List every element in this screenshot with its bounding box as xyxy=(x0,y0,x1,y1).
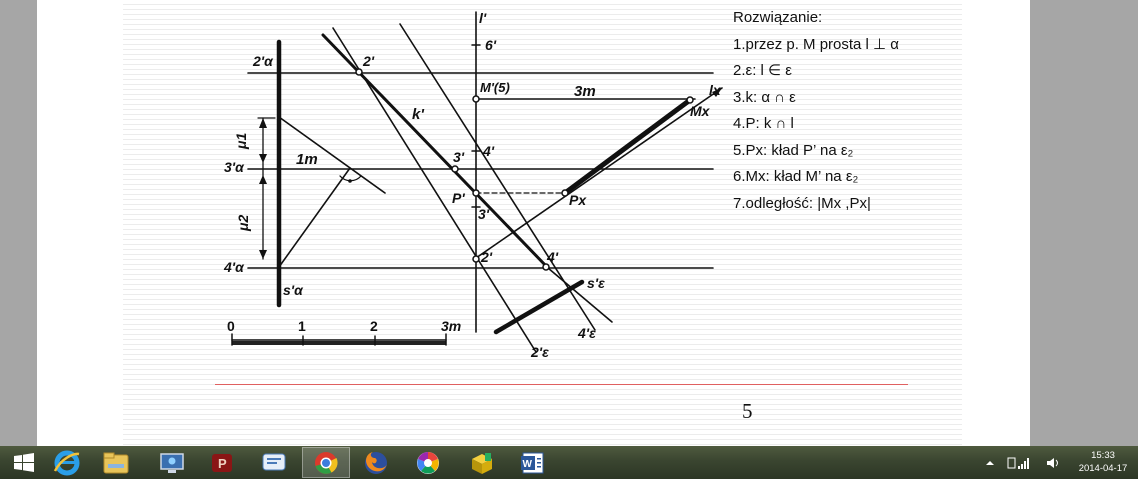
ie-icon xyxy=(53,450,80,475)
point-2-prime-low xyxy=(472,255,480,263)
tray-network[interactable] xyxy=(1007,446,1033,479)
label-2-prime-top: 2' xyxy=(362,53,375,69)
word-icon: W xyxy=(521,452,544,473)
chrome-icon xyxy=(315,451,338,474)
tray-volume[interactable] xyxy=(1046,446,1060,479)
taskbar-chrome[interactable] xyxy=(302,447,350,478)
taskbar-explorer[interactable] xyxy=(92,447,140,478)
svg-text:P: P xyxy=(218,456,227,471)
solution-step: 4.P: k ∩ l xyxy=(733,115,794,132)
solution-heading: Rozwiązanie: xyxy=(733,9,823,26)
taskbar-word[interactable]: W xyxy=(508,447,556,478)
label-m-prime: M'(5) xyxy=(480,80,510,95)
solution-text: Rozwiązanie: 1.przez p. M prosta l ⊥ α 2… xyxy=(733,5,899,217)
label-2-alpha: 2'α xyxy=(252,53,274,69)
solution-step: 3.k: α ∩ ε xyxy=(733,88,796,106)
label-p-prime: P' xyxy=(452,190,465,206)
label-2-eps: 2'ε xyxy=(530,344,549,360)
taskbar-ie[interactable] xyxy=(43,447,91,478)
label-s-eps: s'ε xyxy=(587,275,605,291)
solution-step: 7.odległość: |Mx ,Px| xyxy=(733,194,871,212)
label-3-alpha: 3'α xyxy=(224,159,245,175)
solution-step: 6.Mx: kład M’ na ε₂ xyxy=(733,168,859,185)
point-2-prime xyxy=(355,68,363,76)
px-mx-segment xyxy=(562,97,693,196)
label-3-prime-low: 3' xyxy=(478,206,490,222)
label-k-prime: k' xyxy=(412,106,424,123)
signal-icon xyxy=(1007,457,1029,469)
monitor-icon xyxy=(160,452,184,473)
label-4-prime-low: 4' xyxy=(546,249,559,265)
folder-icon xyxy=(103,452,129,473)
point-p-x xyxy=(561,189,569,197)
label-p-x: Px xyxy=(569,192,587,208)
picasa-icon xyxy=(417,451,439,474)
box-icon xyxy=(472,452,492,474)
svg-text:W: W xyxy=(523,459,533,470)
point-m-prime xyxy=(472,95,480,103)
label-s-alpha: s'α xyxy=(283,282,304,298)
label-4-alpha: 4'α xyxy=(223,259,245,275)
taskbar-firefox[interactable] xyxy=(352,447,400,478)
triangle-lower-side xyxy=(278,167,351,268)
chat-icon xyxy=(262,453,286,470)
solution-step: 1.przez p. M prosta l ⊥ α xyxy=(733,35,899,53)
l-x-line xyxy=(475,87,723,259)
label-m-x: Mx xyxy=(690,103,711,119)
start-button[interactable] xyxy=(0,447,48,478)
label-mu2: μ2 xyxy=(235,215,251,232)
taskbar-package[interactable] xyxy=(458,447,506,478)
taskbar-messenger[interactable] xyxy=(250,447,298,478)
taskbar: P W xyxy=(0,446,1138,479)
scale-tick-3m: 3m xyxy=(441,318,461,334)
solution-step: 2.ε: l ∈ ε xyxy=(733,62,792,79)
label-6-prime: 6' xyxy=(485,37,497,53)
page-number: 5 xyxy=(742,399,753,423)
label-3m-top: 3m xyxy=(574,83,596,100)
taskbar-picasa[interactable] xyxy=(404,447,452,478)
label-mu1: μ1 xyxy=(233,133,249,150)
chevron-up-icon xyxy=(986,460,994,465)
red-rule xyxy=(215,384,908,385)
scale-bar xyxy=(232,341,446,345)
s-eps-trace xyxy=(493,279,585,335)
point-3-prime xyxy=(451,165,459,173)
triangle-upper-side xyxy=(278,116,386,194)
geometry-drawing: l' 6' 2'α 2' M'(5) 3m lx Mx k' μ1 3' 4' … xyxy=(223,10,723,360)
taskbar-remote-desktop[interactable] xyxy=(148,447,196,478)
scale-tick-2: 2 xyxy=(370,318,378,334)
label-l-x: lx xyxy=(709,82,722,98)
diag-right-line xyxy=(399,23,596,331)
scale-tick-1: 1 xyxy=(298,318,306,334)
firefox-icon xyxy=(365,451,387,474)
clock-time: 15:33 xyxy=(1091,450,1115,461)
speaker-icon xyxy=(1047,457,1058,468)
powerpoint-icon: P xyxy=(212,453,232,472)
taskbar-clock[interactable]: 15:33 2014-04-17 xyxy=(1072,449,1134,475)
label-4-prime-top: 4' xyxy=(482,143,495,159)
tray-show-hidden-icons[interactable] xyxy=(985,446,995,479)
label-3-prime: 3' xyxy=(453,149,465,165)
label-l-prime: l' xyxy=(479,10,487,26)
label-4-eps: 4'ε xyxy=(577,325,596,341)
windows-logo-icon xyxy=(14,452,34,472)
taskbar-powerpoint[interactable]: P xyxy=(198,447,246,478)
point-p-prime xyxy=(472,189,480,197)
solution-step: 5.Px: kład P’ na ε₂ xyxy=(733,141,854,159)
clock-date: 2014-04-17 xyxy=(1078,463,1128,474)
label-2-prime-low: 2' xyxy=(480,249,493,265)
scale-tick-0: 0 xyxy=(227,318,235,334)
label-1m: 1m xyxy=(296,151,318,168)
